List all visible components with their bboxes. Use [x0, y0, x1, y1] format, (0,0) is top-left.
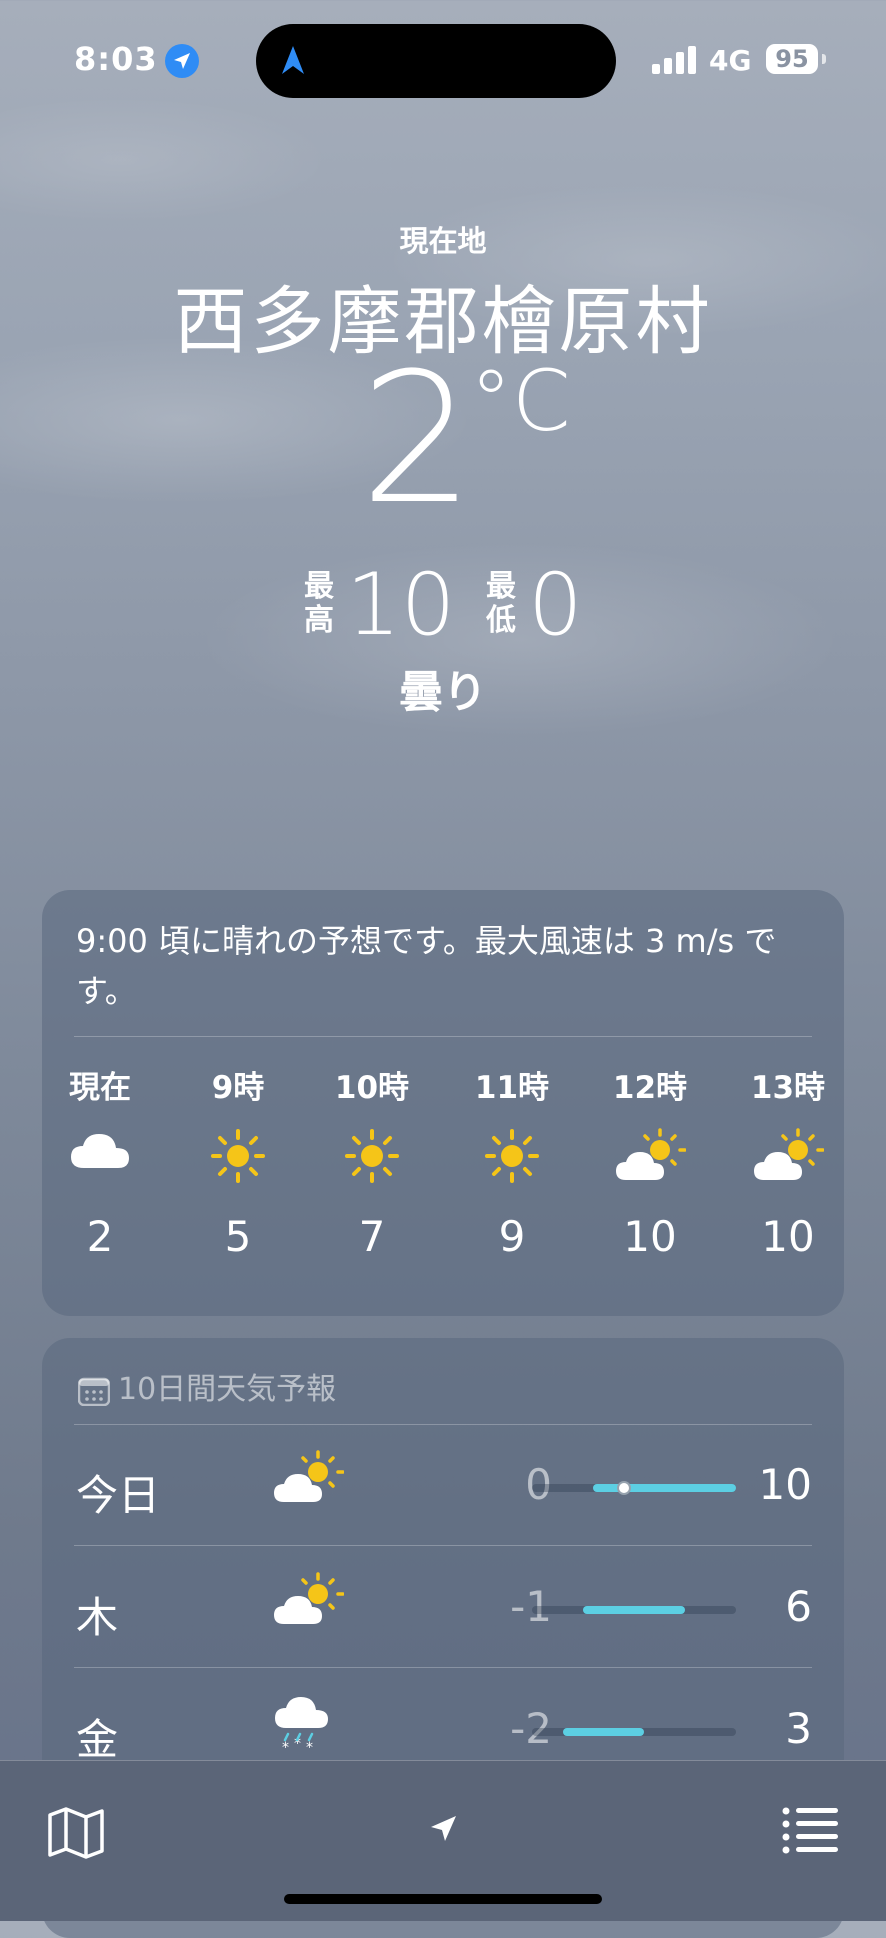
- high-low: 最高 10 最低 0: [0, 560, 886, 650]
- day-label: 木: [76, 1593, 119, 1642]
- hour-label: 10時: [334, 1070, 410, 1106]
- day-label: 金: [76, 1715, 119, 1764]
- current-temp-marker: [616, 1481, 631, 1495]
- location-services-icon: [165, 44, 199, 78]
- partly-cloudy-icon: [272, 1572, 345, 1632]
- home-indicator[interactable]: [284, 1894, 602, 1904]
- temperature-unit: °C: [470, 352, 571, 450]
- current-temperature: 2 °C: [0, 340, 886, 540]
- day-high: 6: [785, 1582, 812, 1631]
- list-icon[interactable]: [782, 1805, 840, 1855]
- hour-item[interactable]: 現在 2: [45, 1062, 155, 1261]
- day-high: 3: [785, 1704, 812, 1753]
- divider: [74, 1036, 812, 1037]
- partly-cloudy-icon: [733, 1128, 843, 1198]
- condition-text: 曇り: [399, 667, 487, 718]
- hour-item[interactable]: 12時 10: [595, 1062, 705, 1261]
- dynamic-island: [256, 24, 616, 98]
- day-high: 10: [758, 1460, 812, 1509]
- cloud-icon: [45, 1128, 155, 1198]
- temperature-range-fill: [583, 1606, 685, 1614]
- partly-cloudy-icon: [272, 1450, 345, 1510]
- svg-text:*: *: [282, 1740, 289, 1756]
- temperature-range-fill: [593, 1484, 736, 1492]
- sun-icon: [183, 1128, 293, 1198]
- battery-tip: [822, 54, 826, 64]
- ten-day-header: 10日間天気予報: [77, 1364, 337, 1408]
- snow-cloud-icon: * * *: [272, 1694, 336, 1760]
- hour-temp: 7: [358, 1212, 386, 1261]
- hour-label: 11時: [474, 1070, 550, 1106]
- sun-icon: [317, 1128, 427, 1198]
- temperature-range-bar: [532, 1728, 736, 1736]
- svg-text:*: *: [306, 1740, 313, 1756]
- day-label: 今日: [76, 1471, 161, 1520]
- hour-temp: 10: [623, 1212, 677, 1261]
- cellular-signal-icon: [652, 46, 696, 74]
- day-row[interactable]: 木 -1 6: [42, 1546, 844, 1668]
- navigation-arrow-icon: [282, 46, 304, 74]
- partly-cloudy-icon: [595, 1128, 705, 1198]
- hour-label: 12時: [612, 1070, 688, 1106]
- hour-temp: 9: [498, 1212, 526, 1261]
- ten-day-header-label: 10日間天気予報: [118, 1372, 337, 1407]
- low-label: 最低: [486, 569, 516, 638]
- network-type: 4G: [709, 44, 752, 77]
- hour-label: 現在: [69, 1070, 131, 1106]
- hour-label: 9時: [211, 1070, 265, 1106]
- temperature-range-bar: [532, 1481, 736, 1495]
- location-arrow-icon[interactable]: [428, 1813, 460, 1845]
- hour-temp: 5: [224, 1212, 252, 1261]
- hour-item[interactable]: 13時 10: [733, 1062, 843, 1261]
- temperature-range-bar: [532, 1606, 736, 1614]
- map-icon[interactable]: [46, 1805, 106, 1861]
- hour-temp: 2: [86, 1212, 114, 1261]
- temperature-value: 2: [360, 335, 475, 544]
- location-label: 現在地: [399, 224, 487, 258]
- hourly-forecast-card[interactable]: 9:00 頃に晴れの予想です。最大風速は 3 m/s です。 現在 2 9時 5 10時…: [42, 890, 844, 1316]
- status-time: 8:03: [74, 40, 158, 78]
- battery-icon: 95: [766, 44, 818, 74]
- low-value: 0: [528, 555, 583, 655]
- hour-item[interactable]: 10時 7: [317, 1062, 427, 1261]
- status-bar: 8:03 4G 95: [0, 0, 886, 120]
- hour-item[interactable]: 11時 9: [457, 1062, 567, 1261]
- calendar-icon: [77, 1377, 111, 1406]
- hour-label: 13時: [750, 1070, 826, 1106]
- high-label: 最高: [304, 569, 334, 638]
- forecast-summary: 9:00 頃に晴れの予想です。最大風速は 3 m/s です。: [76, 922, 777, 1010]
- day-row[interactable]: 今日 0 10: [42, 1424, 844, 1546]
- sun-icon: [457, 1128, 567, 1198]
- hour-temp: 10: [761, 1212, 815, 1261]
- hour-item[interactable]: 9時 5: [183, 1062, 293, 1261]
- high-value: 10: [346, 555, 456, 655]
- temperature-range-fill: [562, 1728, 645, 1736]
